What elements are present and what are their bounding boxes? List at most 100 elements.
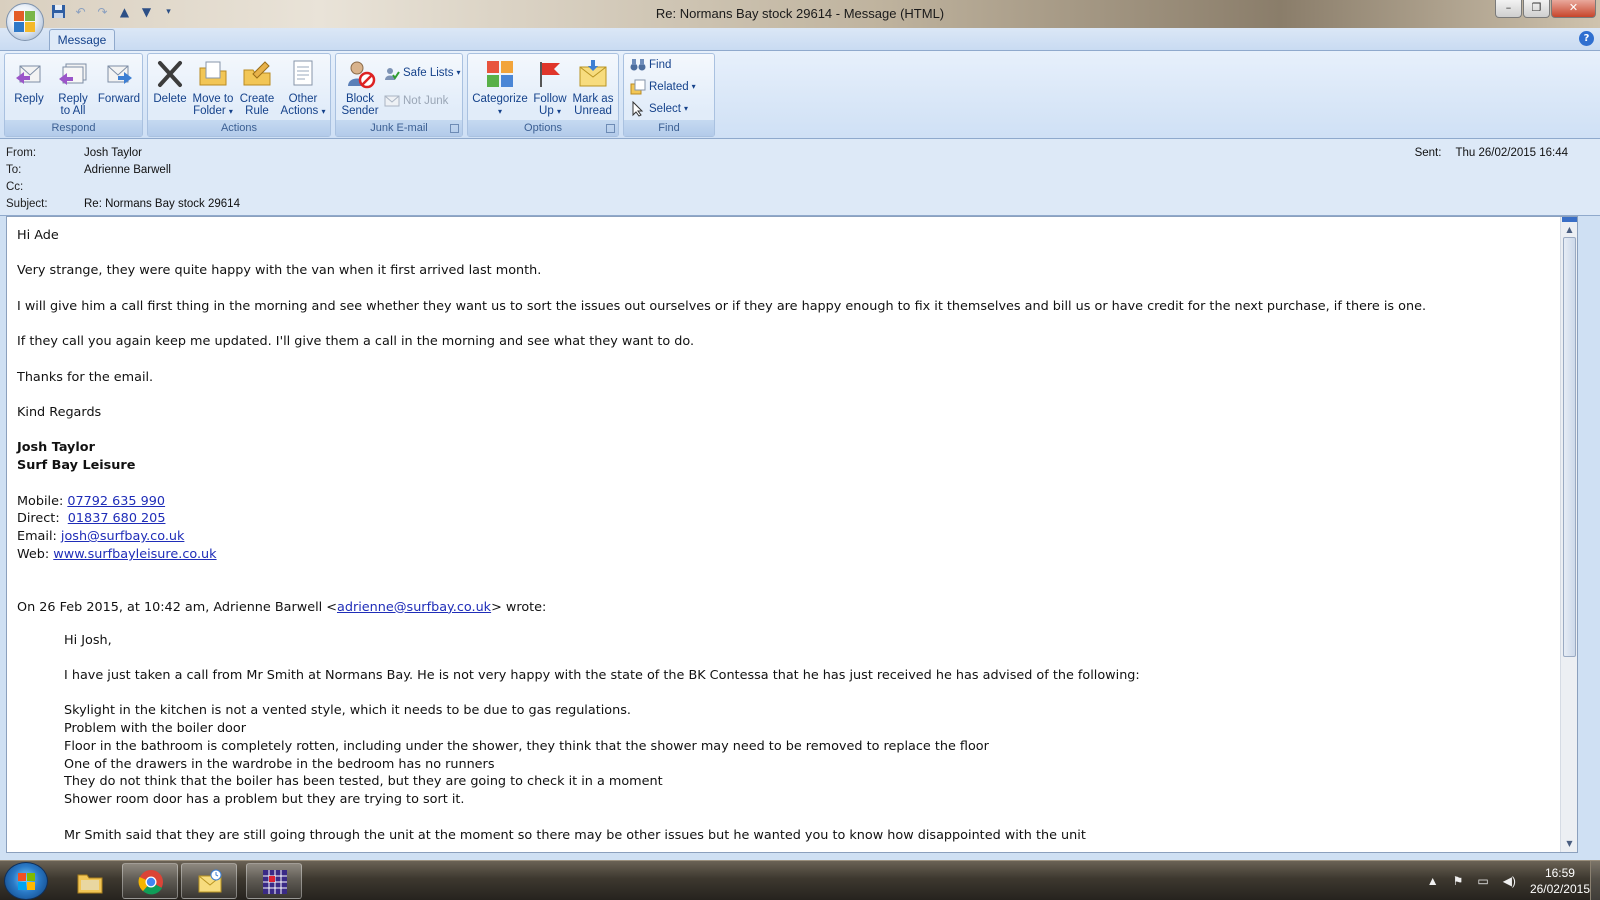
- other-actions-button[interactable]: Other Actions ▾: [280, 56, 326, 120]
- related-button[interactable]: Related ▾: [630, 78, 696, 96]
- header-to-row: To: Adrienne Barwell: [6, 164, 171, 181]
- delete-button[interactable]: Delete: [150, 56, 190, 120]
- quote-intro-suffix: > wrote:: [491, 599, 547, 615]
- ribbon-tab-strip: Message ?: [0, 28, 1600, 51]
- quote-email-link[interactable]: adrienne@surfbay.co.uk: [337, 600, 491, 615]
- folder-move-icon: [199, 61, 227, 86]
- tab-message[interactable]: Message: [49, 29, 115, 51]
- taskbar-outlook[interactable]: [181, 863, 237, 899]
- network-icon[interactable]: ▭: [1477, 874, 1488, 888]
- other-actions-icon: [293, 60, 313, 86]
- mark-unread-label-2: Unread: [574, 105, 612, 117]
- scroll-up-arrow-icon[interactable]: ▲: [1563, 223, 1576, 236]
- header-from-row: From: Josh Taylor: [6, 147, 142, 164]
- email-label: Email:: [17, 529, 61, 545]
- clock[interactable]: 16:59 26/02/2015: [1530, 865, 1590, 897]
- create-rule-button[interactable]: Create Rule: [236, 56, 278, 120]
- move-to-folder-button[interactable]: Move to Folder ▾: [190, 56, 236, 120]
- scroll-down-arrow-icon[interactable]: ▼: [1563, 837, 1576, 850]
- block-sender-label-2: Sender: [341, 105, 379, 117]
- show-desktop-button[interactable]: [1590, 861, 1600, 900]
- folder-icon: [77, 874, 103, 894]
- quote-paragraph-2: Mr Smith said that they are still going …: [64, 827, 1086, 843]
- office-logo-icon: [14, 11, 36, 33]
- quote-intro: On 26 Feb 2015, at 10:42 am, Adrienne Ba…: [17, 599, 1537, 617]
- select-button[interactable]: Select ▾: [630, 100, 688, 118]
- sent-info: Sent: Thu 26/02/2015 16:44: [1415, 147, 1568, 159]
- scrollbar-split-handle[interactable]: [1562, 217, 1577, 222]
- window-title: Re: Normans Bay stock 29614 - Message (H…: [655, 6, 945, 21]
- options-dialog-launcher[interactable]: [606, 124, 615, 133]
- email-link[interactable]: josh@surfbay.co.uk: [61, 529, 185, 544]
- move-label-2: Folder: [193, 105, 226, 117]
- help-icon[interactable]: ?: [1579, 31, 1594, 46]
- start-button[interactable]: [4, 862, 48, 900]
- office-button[interactable]: [6, 3, 44, 41]
- action-center-flag-icon[interactable]: ⚑: [1453, 874, 1464, 888]
- mobile-link[interactable]: 07792 635 990: [67, 494, 165, 509]
- paragraph-3: If they call you again keep me updated. …: [17, 334, 695, 350]
- categorize-button[interactable]: Categorize ▾: [470, 56, 530, 120]
- signature-company: Surf Bay Leisure: [17, 458, 136, 474]
- delete-label: Delete: [153, 93, 187, 105]
- issue-list: Skylight in the kitchen is not a vented …: [64, 702, 1537, 809]
- body-scrollbar[interactable]: ▲ ▼: [1560, 217, 1577, 852]
- show-hidden-icons-icon[interactable]: ▲: [1427, 874, 1439, 888]
- group-label-respond: Respond: [5, 120, 142, 136]
- group-label-actions: Actions: [148, 120, 330, 136]
- web-link[interactable]: www.surfbayleisure.co.uk: [53, 547, 216, 562]
- find-button[interactable]: Find: [630, 56, 671, 74]
- volume-icon[interactable]: ◀): [1503, 874, 1516, 888]
- message-body[interactable]: Hi Ade Very strange, they were quite hap…: [6, 216, 1578, 853]
- block-sender-icon: [348, 61, 376, 89]
- issue-item: Shower room door has a problem but they …: [64, 792, 465, 808]
- issue-item: They do not think that the boiler has be…: [64, 774, 663, 790]
- header-subject-row: Subject: Re: Normans Bay stock 29614: [6, 198, 240, 215]
- quote-intro-text: On 26 Feb 2015, at 10:42 am, Adrienne Ba…: [17, 599, 337, 615]
- group-label-junk: Junk E-mail: [336, 120, 462, 136]
- maximize-button[interactable]: ❐: [1523, 0, 1550, 18]
- outlook-icon: [198, 869, 222, 893]
- from-value[interactable]: Josh Taylor: [84, 147, 142, 164]
- create-rule-label-1: Create: [239, 93, 275, 105]
- taskbar-chrome[interactable]: [122, 863, 178, 899]
- follow-up-button[interactable]: Follow Up ▾: [530, 56, 570, 120]
- related-label: Related: [649, 81, 689, 93]
- categorize-icon: [487, 61, 513, 87]
- signature-block: Josh Taylor Surf Bay Leisure: [17, 439, 1537, 475]
- related-icon: [630, 79, 646, 95]
- reply-button[interactable]: Reply: [9, 56, 49, 120]
- issue-item: Problem with the boiler door: [64, 721, 246, 737]
- safe-lists-button[interactable]: Safe Lists ▾: [384, 64, 461, 82]
- follow-up-label-1: Follow: [533, 93, 567, 105]
- group-junk-email: Block Sender Safe Lists ▾ Not Junk Junk E…: [335, 53, 463, 137]
- to-value[interactable]: Adrienne Barwell: [84, 164, 171, 181]
- group-options: Categorize ▾ Follow Up ▾ Mark as Unread O…: [467, 53, 619, 137]
- group-label-find: Find: [624, 120, 714, 136]
- safe-lists-icon: [385, 68, 400, 80]
- minimize-button[interactable]: –: [1495, 0, 1522, 18]
- close-button[interactable]: ✕: [1551, 0, 1596, 18]
- ribbon: Reply Reply to All Forward Respond Delet…: [0, 50, 1600, 139]
- group-label-options: Options: [468, 120, 618, 136]
- forward-label: Forward: [97, 93, 141, 105]
- safe-lists-label: Safe Lists: [403, 67, 454, 79]
- create-rule-label-2: Rule: [245, 105, 269, 117]
- scrollbar-thumb[interactable]: [1563, 237, 1576, 657]
- forward-icon: [107, 65, 132, 84]
- reply-all-button[interactable]: Reply to All: [52, 56, 94, 120]
- not-junk-button[interactable]: Not Junk: [384, 92, 448, 110]
- taskbar-app[interactable]: [246, 863, 302, 899]
- categorize-label: Categorize: [472, 93, 528, 105]
- taskbar: ▲ ⚑ ▭ ◀) 16:59 26/02/2015: [0, 860, 1600, 900]
- direct-link[interactable]: 01837 680 205: [68, 511, 166, 526]
- junk-dialog-launcher[interactable]: [450, 124, 459, 133]
- issue-item: One of the drawers in the wardrobe in th…: [64, 756, 495, 772]
- sent-label: Sent:: [1414, 147, 1442, 159]
- mark-unread-icon: [579, 60, 607, 87]
- block-sender-button[interactable]: Block Sender: [338, 56, 382, 120]
- forward-button[interactable]: Forward: [96, 56, 142, 120]
- mark-as-unread-button[interactable]: Mark as Unread: [570, 56, 616, 120]
- quote-greeting: Hi Josh,: [64, 632, 112, 648]
- taskbar-explorer[interactable]: [61, 863, 117, 899]
